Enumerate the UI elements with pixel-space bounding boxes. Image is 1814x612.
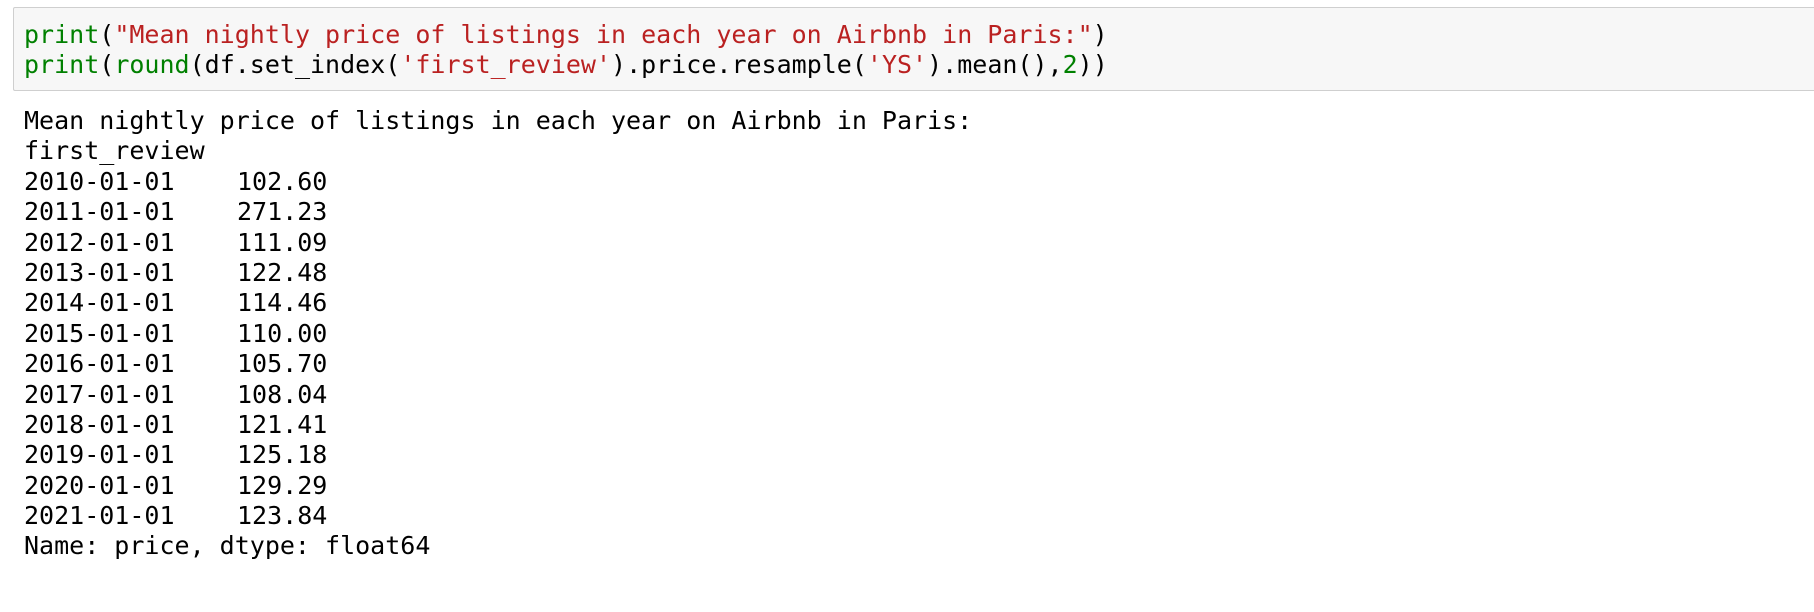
code-input-area[interactable]: print("Mean nightly price of listings in… [13, 7, 1814, 91]
code-token-plain: ).mean(), [927, 50, 1063, 79]
code-token-plain: (df.set_index( [189, 50, 401, 79]
output-footer: Name: price, dtype: float64 [24, 531, 431, 561]
output-header: Mean nightly price of listings in each y… [24, 106, 973, 135]
series-price-value: 129.29 [237, 470, 328, 500]
code-token-string: "Mean nightly price of listings in each … [114, 20, 1093, 49]
series-row: 2012-01-01 111.09 [24, 228, 972, 258]
code-token-punct: ( [99, 20, 115, 49]
series-price-value: 125.18 [237, 440, 328, 470]
series-price-value: 105.70 [237, 349, 328, 379]
series-price-value: 111.09 [237, 227, 328, 257]
code-token-builtin: round [114, 50, 190, 79]
code-token-string: 'first_review' [400, 50, 612, 79]
series-price-value: 110.00 [237, 318, 328, 348]
cell-output: Mean nightly price of listings in each y… [24, 106, 972, 562]
series-price-value: 122.48 [237, 257, 328, 287]
series-index-value: 2018-01-01 [24, 409, 175, 439]
series-row: 2014-01-01 114.46 [24, 288, 972, 318]
series-row: 2013-01-01 122.48 [24, 258, 972, 288]
series-price-value: 121.41 [237, 409, 328, 439]
series-row: 2016-01-01 105.70 [24, 349, 972, 379]
series-row: 2017-01-01 108.04 [24, 380, 972, 410]
series-price-value: 114.46 [237, 288, 328, 318]
notebook-cell: print("Mean nightly price of listings in… [0, 0, 1814, 612]
series-index-value: 2020-01-01 [24, 470, 175, 500]
series-price-value: 108.04 [237, 379, 328, 409]
series-index-value: 2019-01-01 [24, 440, 175, 470]
code-editor[interactable]: print("Mean nightly price of listings in… [24, 20, 1108, 80]
series-index-value: 2011-01-01 [24, 197, 175, 227]
code-line-1: print("Mean nightly price of listings in… [24, 20, 1108, 50]
code-token-builtin: print [24, 20, 100, 49]
code-token-punct: ( [99, 50, 115, 79]
series-row: 2021-01-01 123.84 [24, 501, 972, 531]
series-row: 2018-01-01 121.41 [24, 410, 972, 440]
series-index-value: 2021-01-01 [24, 501, 175, 531]
output-index-name: first_review [24, 136, 205, 166]
series-index-value: 2013-01-01 [24, 257, 175, 287]
series-row: 2020-01-01 129.29 [24, 471, 972, 501]
series-price-value: 102.60 [237, 166, 328, 196]
series-index-value: 2010-01-01 [24, 166, 175, 196]
series-index-value: 2012-01-01 [24, 227, 175, 257]
code-line-2: print(round(df.set_index('first_review')… [24, 50, 1108, 80]
series-index-value: 2014-01-01 [24, 288, 175, 318]
series-price-value: 271.23 [237, 197, 328, 227]
code-token-punct: )) [1077, 50, 1108, 79]
series-index-value: 2015-01-01 [24, 318, 175, 348]
code-token-string: 'YS' [866, 50, 928, 79]
series-row: 2019-01-01 125.18 [24, 440, 972, 470]
series-row: 2015-01-01 110.00 [24, 319, 972, 349]
code-token-builtin: print [24, 50, 100, 79]
series-row: 2010-01-01 102.60 [24, 167, 972, 197]
series-price-value: 123.84 [237, 501, 328, 531]
output-series-rows: 2010-01-01 102.60 2011-01-01 271.23 2012-01-… [24, 167, 972, 532]
code-token-plain: ).price.resample( [611, 50, 867, 79]
code-token-punct: ) [1092, 20, 1108, 49]
series-index-value: 2016-01-01 [24, 349, 175, 379]
series-row: 2011-01-01 271.23 [24, 197, 972, 227]
code-token-number: 2 [1062, 50, 1078, 79]
series-index-value: 2017-01-01 [24, 379, 175, 409]
